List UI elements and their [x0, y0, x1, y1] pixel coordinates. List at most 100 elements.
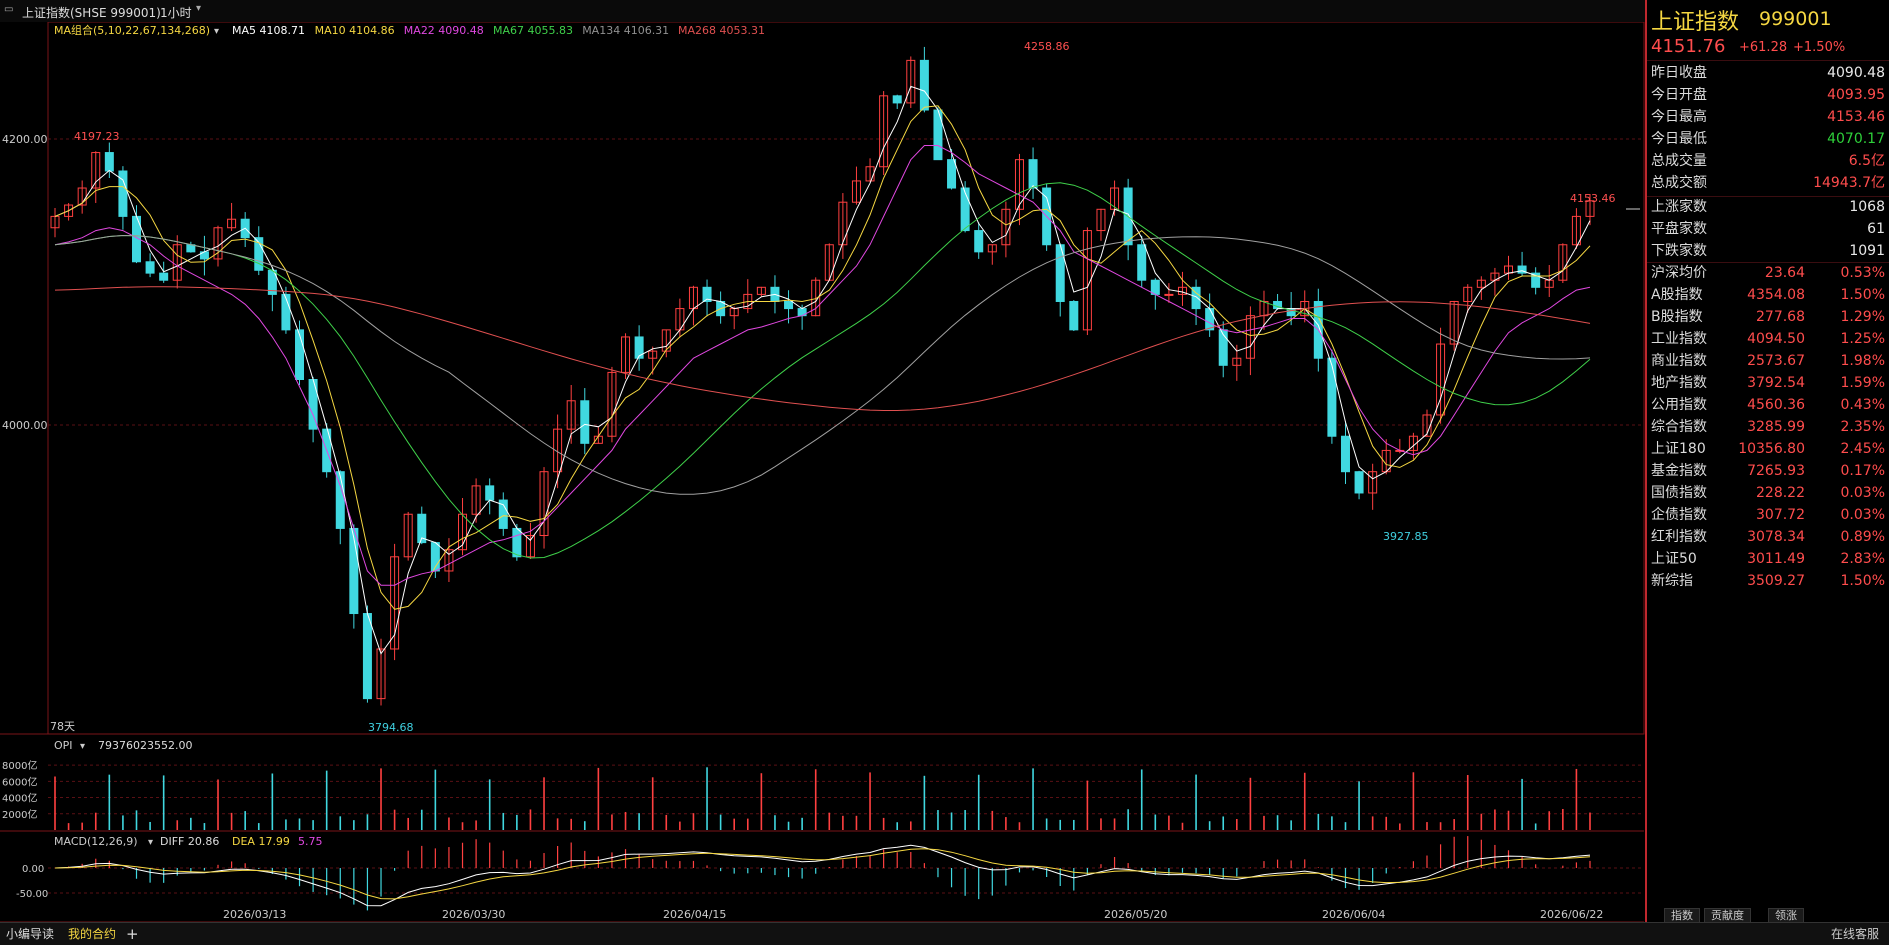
quote-row[interactable]: 综合指数 3285.99 2.35%: [1651, 416, 1885, 438]
volume-bar: [964, 810, 966, 830]
row-value: 3011.49: [1747, 551, 1805, 567]
quote-row[interactable]: 红利指数 3078.34 0.89%: [1651, 526, 1885, 548]
row-value: 1068: [1849, 199, 1885, 215]
volume-bar: [325, 770, 328, 830]
candle-body: [349, 527, 359, 615]
volume-bar: [624, 811, 627, 830]
volume-bar: [692, 813, 695, 830]
row-value: 3509.27: [1747, 573, 1805, 589]
quote-row[interactable]: 昨日收盘 4090.48: [1651, 62, 1885, 84]
row-label: 沪深均价: [1651, 265, 1707, 281]
menu-icon[interactable]: ▭: [4, 4, 13, 15]
quote-row[interactable]: 今日最低 4070.17: [1651, 128, 1885, 150]
quote-row[interactable]: A股指数 4354.08 1.50%: [1651, 284, 1885, 306]
candle-body: [335, 471, 345, 529]
quote-row[interactable]: 下跌家数 1091: [1651, 240, 1885, 262]
row-label: 国债指数: [1651, 485, 1707, 501]
volume-bar: [1263, 815, 1265, 830]
quote-row[interactable]: 今日最高 4153.46: [1651, 106, 1885, 128]
chevron-down-icon[interactable]: ▾: [80, 741, 85, 752]
volume-bar: [719, 814, 722, 830]
row-percent: 2.83%: [1840, 551, 1885, 567]
volume-y-tick: 6000亿: [2, 775, 37, 788]
y-tick-4000: 4000.00: [2, 419, 48, 432]
volume-bar: [1548, 811, 1551, 830]
volume-bar: [407, 817, 409, 830]
quote-row[interactable]: 沪深均价 23.64 0.53%: [1651, 262, 1885, 284]
row-value: 3792.54: [1747, 375, 1805, 391]
volume-bar: [162, 775, 165, 830]
ma-group-label[interactable]: MA组合(5,10,22,67,134,268): [54, 23, 210, 37]
period-selector[interactable]: 1小时: [160, 4, 192, 21]
quote-row[interactable]: 今日开盘 4093.95: [1651, 84, 1885, 106]
quote-row[interactable]: 上证180 10356.80 2.45%: [1651, 438, 1885, 460]
volume-bar: [1562, 808, 1564, 830]
volume-bar: [94, 812, 97, 830]
quote-row[interactable]: 基金指数 7265.93 0.17%: [1651, 460, 1885, 482]
volume-bar: [54, 776, 56, 830]
ma-values: MA5 4108.71 MA10 4104.86 MA22 4090.48 MA67 …: [232, 24, 765, 37]
candle-body: [892, 95, 902, 104]
quote-row[interactable]: 工业指数 4094.50 1.25%: [1651, 328, 1885, 350]
volume-bar: [285, 819, 287, 830]
volume-bars: [54, 767, 1591, 830]
add-tab-icon[interactable]: +: [120, 925, 145, 943]
row-percent: 1.98%: [1840, 353, 1885, 369]
quote-row[interactable]: 总成交量 6.5亿: [1651, 150, 1885, 172]
quote-row[interactable]: 新综指 3509.27 1.50%: [1651, 570, 1885, 592]
quote-row[interactable]: 上证50 3011.49 2.83%: [1651, 548, 1885, 570]
row-percent: 1.59%: [1840, 375, 1885, 391]
volume-bar: [1399, 823, 1401, 830]
row-label: 上证50: [1651, 551, 1697, 567]
volume-bar: [1494, 809, 1496, 830]
candlesticks: [50, 46, 1595, 706]
chevron-down-icon[interactable]: ▾: [196, 3, 201, 14]
candle-body: [281, 293, 291, 331]
chart-area[interactable]: 4200.00 4000.00 4258.86 4197.23 3794.68 …: [0, 22, 1645, 922]
y-tick-4200: 4200.00: [2, 133, 48, 146]
quote-row[interactable]: 上涨家数 1068: [1651, 196, 1885, 218]
candle-body: [1028, 159, 1038, 189]
row-label: 企债指数: [1651, 507, 1707, 523]
volume-bar: [475, 820, 477, 830]
online-service-link[interactable]: 在线客服: [1825, 925, 1885, 943]
chevron-down-icon[interactable]: ▾: [214, 26, 219, 37]
row-label: 下跌家数: [1651, 243, 1707, 259]
quote-row[interactable]: 平盘家数 61: [1651, 218, 1885, 240]
row-percent: 2.45%: [1840, 441, 1885, 457]
quote-row[interactable]: 企债指数 307.72 0.03%: [1651, 504, 1885, 526]
volume-bar: [529, 809, 532, 830]
quote-row[interactable]: B股指数 277.68 1.29%: [1651, 306, 1885, 328]
volume-y-tick: 2000亿: [2, 808, 37, 821]
volume-bar: [1303, 772, 1306, 830]
volume-bar: [977, 774, 980, 830]
row-label: B股指数: [1651, 309, 1703, 325]
row-label: 地产指数: [1651, 375, 1707, 391]
chevron-down-icon[interactable]: ▾: [148, 837, 153, 848]
volume-bar: [380, 768, 382, 830]
quote-code: 999001: [1759, 8, 1832, 30]
macd-label[interactable]: MACD(12,26,9): [54, 835, 138, 848]
volume-bar: [869, 772, 871, 830]
quote-row[interactable]: 公用指数 4560.36 0.43%: [1651, 394, 1885, 416]
volume-bar: [67, 823, 70, 830]
quote-row[interactable]: 总成交额 14943.7亿: [1651, 172, 1885, 194]
volume-bar: [1127, 809, 1129, 830]
row-label: 基金指数: [1651, 463, 1707, 479]
ma134-line: [54, 234, 1591, 495]
quote-row[interactable]: 国债指数 228.22 0.03%: [1651, 482, 1885, 504]
volume-bar: [1480, 813, 1483, 830]
opi-label[interactable]: OPI: [54, 739, 73, 752]
candle-body: [1205, 308, 1215, 331]
x-tick-label: 2026/05/20: [1104, 908, 1167, 921]
volume-bar: [1100, 818, 1102, 830]
tab-my-contracts[interactable]: 我的合约: [62, 925, 122, 943]
volume-bar: [1290, 820, 1292, 830]
quote-row[interactable]: 地产指数 3792.54 1.59%: [1651, 372, 1885, 394]
ma-value-label: MA5 4108.71: [232, 24, 305, 37]
candle-body: [145, 261, 155, 274]
quote-row[interactable]: 商业指数 2573.67 1.98%: [1651, 350, 1885, 372]
volume-bar: [1222, 816, 1225, 830]
tab-guide[interactable]: 小编导读: [0, 925, 60, 943]
volume-bar: [1195, 774, 1197, 830]
